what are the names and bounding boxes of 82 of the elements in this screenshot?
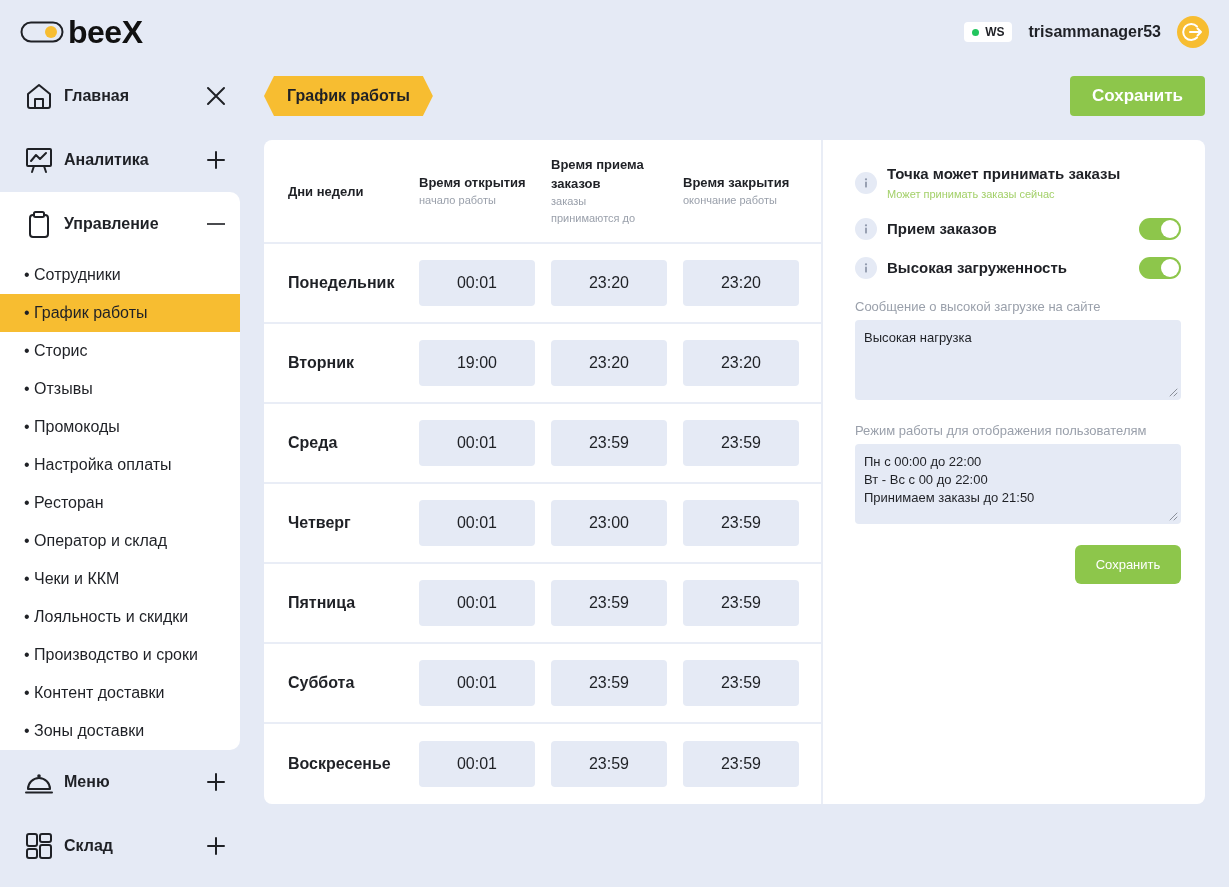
- field-label: Режим работы для отображения пользователям: [855, 422, 1148, 440]
- time-field[interactable]: 00:01: [419, 660, 535, 706]
- toggle-label: Прием заказов: [887, 218, 998, 239]
- submenu-item[interactable]: • Оператор и склад: [0, 522, 240, 560]
- chart-board-icon: [24, 145, 54, 175]
- nav-item[interactable]: Меню: [0, 750, 240, 814]
- time-field[interactable]: 23:59: [551, 420, 667, 466]
- time-field[interactable]: 23:00: [551, 500, 667, 546]
- home-icon: [24, 81, 54, 111]
- toggle-switch[interactable]: [1139, 257, 1181, 279]
- time-field[interactable]: 00:01: [419, 500, 535, 546]
- nav-item[interactable]: Главная: [0, 64, 240, 128]
- time-field[interactable]: 00:01: [419, 260, 535, 306]
- logo-icon: [20, 21, 64, 43]
- field-label: Сообщение о высокой загрузке на сайте: [855, 298, 1102, 316]
- time-field[interactable]: 23:20: [683, 340, 799, 386]
- username-label: trisammanager53: [1028, 22, 1161, 42]
- page-title-tag: График работы: [264, 76, 433, 116]
- column-header: Время приема заказов: [551, 156, 645, 193]
- time-field[interactable]: 00:01: [419, 420, 535, 466]
- logout-icon: [1182, 21, 1204, 43]
- column-subtitle: начало работы: [419, 193, 497, 208]
- connection-label: WS: [985, 24, 1005, 41]
- column-header: Время открытия: [419, 174, 527, 192]
- time-field[interactable]: 23:59: [683, 660, 799, 706]
- time-field[interactable]: 23:59: [683, 500, 799, 546]
- day-label: Четверг: [288, 513, 352, 533]
- day-label: Воскресенье: [288, 754, 392, 774]
- submenu-item[interactable]: • График работы: [0, 294, 240, 332]
- submenu-item[interactable]: • Производство и сроки: [0, 636, 240, 674]
- day-label: Среда: [288, 433, 339, 453]
- textarea-field[interactable]: Высокая нагрузка: [855, 320, 1181, 400]
- day-label: Пятница: [288, 593, 357, 613]
- time-field[interactable]: 23:59: [551, 660, 667, 706]
- status-note: Может принимать заказы сейчас: [887, 187, 1056, 202]
- time-field[interactable]: 23:20: [683, 260, 799, 306]
- nav-item[interactable]: Аналитика: [0, 128, 240, 192]
- submenu-item[interactable]: • Сотрудники: [0, 256, 240, 294]
- submenu-item[interactable]: • Чеки и ККМ: [0, 560, 240, 598]
- nav-item[interactable]: Управление: [0, 192, 240, 256]
- column-subtitle: заказы принимаются до: [551, 194, 637, 226]
- plus-icon[interactable]: [207, 837, 225, 855]
- day-label: Вторник: [288, 353, 356, 373]
- toggle-label: Высокая загруженность: [887, 257, 1069, 278]
- plus-icon[interactable]: [207, 151, 225, 169]
- submenu-item[interactable]: • Настройка оплаты: [0, 446, 240, 484]
- info-icon[interactable]: [855, 218, 877, 240]
- status-title: Точка может принимать заказы: [887, 164, 1121, 184]
- submenu-item[interactable]: • Промокоды: [0, 408, 240, 446]
- submenu-item[interactable]: • Контент доставки: [0, 674, 240, 712]
- logo-text: beeX: [68, 16, 143, 48]
- time-field[interactable]: 00:01: [419, 580, 535, 626]
- column-header: Дни недели: [288, 182, 365, 201]
- info-icon[interactable]: [855, 257, 877, 279]
- resize-handle-icon[interactable]: [1169, 512, 1178, 521]
- time-field[interactable]: 23:59: [551, 741, 667, 787]
- time-field[interactable]: 19:00: [419, 340, 535, 386]
- grid-icon: [24, 831, 54, 861]
- plus-icon[interactable]: [207, 773, 225, 791]
- resize-handle-icon[interactable]: [1169, 388, 1178, 397]
- time-field[interactable]: 23:20: [551, 340, 667, 386]
- nav-item[interactable]: Склад: [0, 814, 240, 878]
- toggle-switch[interactable]: [1139, 218, 1181, 240]
- info-icon[interactable]: [855, 172, 877, 194]
- time-field[interactable]: 23:20: [551, 260, 667, 306]
- close-icon[interactable]: [206, 86, 226, 106]
- day-label: Понедельник: [288, 273, 396, 293]
- time-field[interactable]: 23:59: [551, 580, 667, 626]
- submenu-item[interactable]: • Отзывы: [0, 370, 240, 408]
- time-field[interactable]: 23:59: [683, 420, 799, 466]
- time-field[interactable]: 00:01: [419, 741, 535, 787]
- time-field[interactable]: 23:59: [683, 741, 799, 787]
- time-field[interactable]: 23:59: [683, 580, 799, 626]
- day-label: Суббота: [288, 673, 356, 693]
- submenu-item[interactable]: • Лояльность и скидки: [0, 598, 240, 636]
- submenu-item[interactable]: • Ресторан: [0, 484, 240, 522]
- submenu-item[interactable]: • Зоны доставки: [0, 712, 240, 750]
- submenu-item[interactable]: • Сторис: [0, 332, 240, 370]
- textarea-field[interactable]: Пн с 00:00 до 22:00 Вт - Вс с 00 до 22:00 Принимаем заказы до 21:50: [855, 444, 1181, 524]
- logout-button[interactable]: [1177, 16, 1209, 48]
- column-subtitle: окончание работы: [683, 193, 778, 208]
- column-header: Время закрытия: [683, 174, 791, 192]
